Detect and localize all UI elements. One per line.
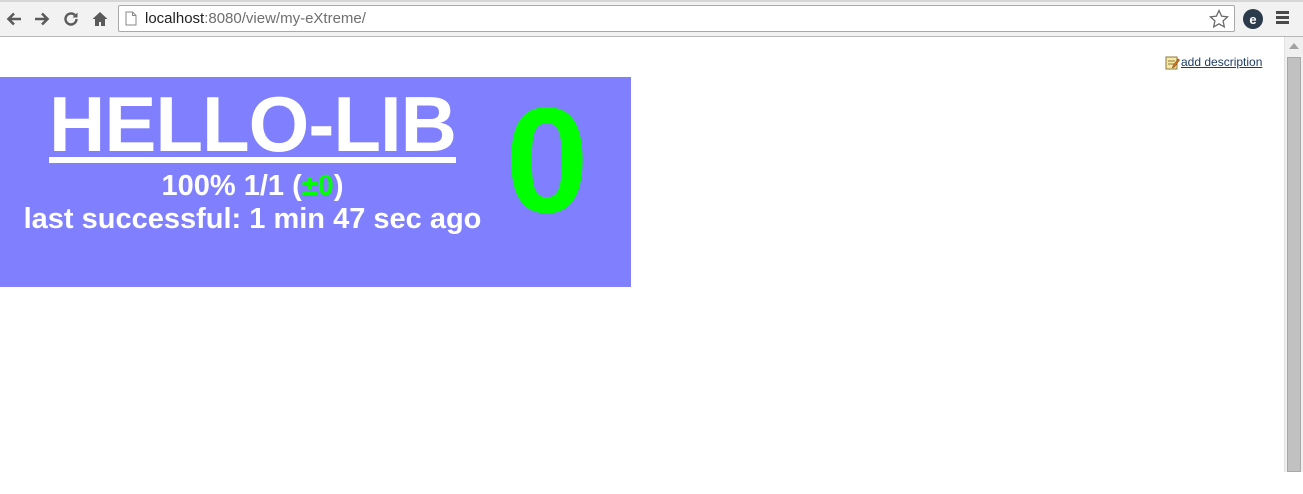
browser-toolbar: localhost:8080/view/my-eXtreme/ e — [0, 0, 1303, 37]
job-stats-delta: ±0 — [301, 170, 334, 202]
job-stats-suffix: ) — [333, 170, 344, 202]
star-icon[interactable] — [1208, 8, 1230, 30]
job-last-successful: last successful: 1 min 47 sec ago — [23, 203, 482, 235]
url-text[interactable]: localhost:8080/view/my-eXtreme/ — [145, 10, 366, 28]
scrollbar-thumb[interactable] — [1287, 57, 1301, 472]
job-failure-count: 0 — [505, 76, 589, 244]
scrollbar[interactable] — [1284, 37, 1303, 472]
job-tile: HELLO-LIB 100% 1/1 (±0) last successful:… — [0, 77, 631, 287]
tabstrip-edge — [0, 0, 1303, 2]
reload-button[interactable] — [60, 8, 82, 30]
url-path: :8080/view/my-eXtreme/ — [204, 10, 366, 27]
url-host: localhost — [145, 10, 205, 27]
page-icon — [125, 11, 137, 26]
add-description-link[interactable]: add description — [1181, 55, 1262, 69]
back-button[interactable] — [3, 8, 25, 30]
job-name-link[interactable]: HELLO-LIB — [0, 83, 505, 165]
home-icon — [92, 12, 108, 26]
home-button[interactable] — [89, 8, 111, 30]
forward-arrow-icon — [35, 12, 50, 26]
job-stats-prefix: 100% 1/1 ( — [161, 170, 302, 202]
menu-icon[interactable] — [1275, 10, 1291, 26]
forward-button[interactable] — [31, 8, 53, 30]
job-stats: 100% 1/1 (±0) — [0, 169, 505, 203]
scroll-up-arrow-icon[interactable] — [1289, 43, 1299, 49]
back-arrow-icon — [6, 12, 21, 26]
reload-icon — [64, 12, 78, 26]
address-bar[interactable]: localhost:8080/view/my-eXtreme/ — [118, 5, 1235, 32]
add-description[interactable]: add description — [1165, 54, 1262, 70]
notepad-icon — [1165, 56, 1180, 69]
extension-icon[interactable]: e — [1243, 9, 1263, 29]
